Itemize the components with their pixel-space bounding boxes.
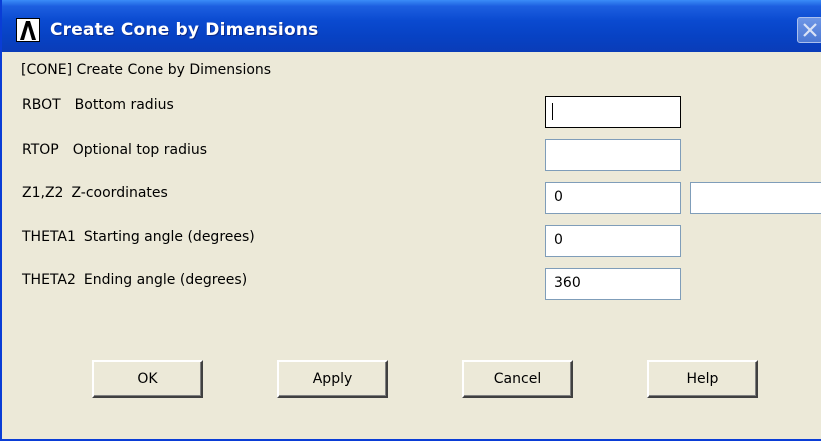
close-button[interactable] <box>797 17 821 43</box>
rbot-description: Bottom radius <box>74 97 174 113</box>
rbot-code: RBOT <box>22 97 61 113</box>
rtop-input[interactable] <box>545 139 681 171</box>
dialog-window: Create Cone by Dimensions [CONE] Create … <box>0 0 821 441</box>
z1-input[interactable]: 0 <box>545 182 681 214</box>
theta1-label: THETA1 Starting angle (degrees) <box>22 229 255 245</box>
rtop-description: Optional top radius <box>72 142 208 158</box>
z1z2-description: Z-coordinates <box>71 185 168 201</box>
ansys-logo-icon <box>16 18 40 42</box>
rtop-label: RTOP Optional top radius <box>22 142 207 158</box>
theta2-input[interactable]: 360 <box>545 268 681 300</box>
window-title: Create Cone by Dimensions <box>50 20 319 40</box>
rbot-input[interactable] <box>545 96 681 128</box>
z2-input[interactable] <box>690 182 821 214</box>
ok-button[interactable]: OK <box>92 360 203 398</box>
help-button[interactable]: Help <box>647 360 758 398</box>
theta1-code: THETA1 <box>22 229 76 245</box>
theta1-description: Starting angle (degrees) <box>83 229 255 245</box>
z1z2-label: Z1,Z2 Z-coordinates <box>22 185 168 201</box>
z1z2-code: Z1,Z2 <box>22 185 64 201</box>
theta2-description: Ending angle (degrees) <box>83 272 248 288</box>
theta1-input[interactable]: 0 <box>545 225 681 257</box>
cancel-button[interactable]: Cancel <box>462 360 573 398</box>
theta2-code: THETA2 <box>22 272 76 288</box>
rbot-label: RBOT Bottom radius <box>22 97 174 113</box>
close-icon <box>803 23 817 37</box>
apply-button[interactable]: Apply <box>277 360 388 398</box>
command-description: [CONE] Create Cone by Dimensions <box>21 62 272 78</box>
title-bar[interactable]: Create Cone by Dimensions <box>2 0 821 52</box>
theta2-label: THETA2 Ending angle (degrees) <box>22 272 247 288</box>
rtop-code: RTOP <box>22 142 59 158</box>
